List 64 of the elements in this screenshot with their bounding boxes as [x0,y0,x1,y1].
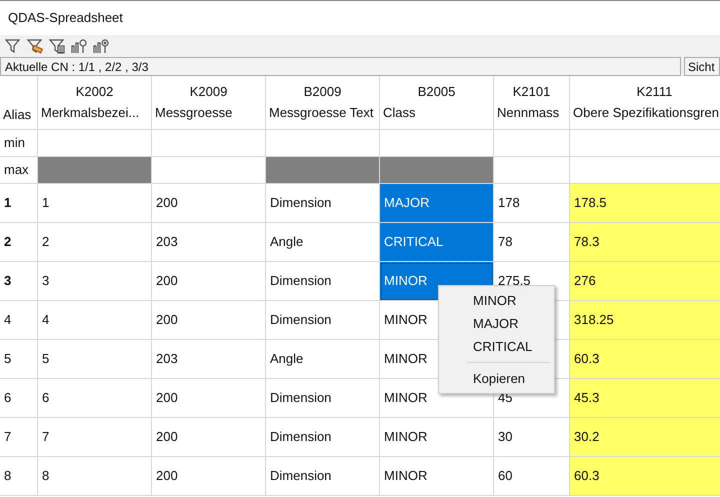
chart-plus-icon [92,37,110,55]
column-header[interactable]: K2101 Nennmass [494,76,570,130]
table-cell[interactable]: 78.3 [570,223,720,262]
table-cell[interactable]: 200 [152,184,266,223]
table-cell[interactable]: Angle [266,340,380,379]
table-cell[interactable]: 203 [152,223,266,262]
table-cell[interactable]: 178.5 [570,184,720,223]
funnel-eraser-icon [26,37,44,55]
status-button[interactable]: Sicht [684,57,720,76]
min-cell[interactable] [152,130,266,157]
table-cell[interactable]: 60.3 [570,340,720,379]
table-cell[interactable]: 2 [38,223,152,262]
table-cell[interactable]: MINOR [380,457,494,496]
table-cell[interactable]: Dimension [266,379,380,418]
row-header: max [4,161,29,180]
row-number[interactable]: 1 [4,193,12,213]
funnel-list-icon [48,37,66,55]
row-number[interactable]: 3 [4,271,12,291]
table-cell[interactable]: 200 [152,262,266,301]
max-cell[interactable] [38,157,152,184]
column-header[interactable]: B2005 Class [380,76,494,130]
table-cell[interactable]: 5 [38,340,152,379]
table-cell[interactable]: MAJOR [380,184,494,223]
table-cell[interactable]: 6 [38,379,152,418]
row-number[interactable]: 6 [4,388,12,408]
table-cell[interactable]: 203 [152,340,266,379]
max-cell[interactable] [494,157,570,184]
row-header-label: Alias [3,106,32,124]
row-number[interactable]: 2 [4,232,12,252]
table-cell[interactable]: 200 [152,301,266,340]
table-cell[interactable]: Dimension [266,301,380,340]
row-number[interactable]: 7 [4,427,12,447]
table-cell[interactable]: 8 [38,457,152,496]
table-cell[interactable]: Dimension [266,457,380,496]
table-cell[interactable]: 200 [152,418,266,457]
column-header[interactable]: K2002 Merkmalsbezei... [38,76,152,130]
table-cell[interactable]: 1 [38,184,152,223]
max-cell[interactable] [380,157,494,184]
table-cell[interactable]: CRITICAL [380,223,494,262]
table-cell[interactable]: 60.3 [570,457,720,496]
table-cell[interactable]: 7 [38,418,152,457]
chart-magnifier-icon [70,37,88,55]
row-header: min [4,134,25,152]
max-cell[interactable] [266,157,380,184]
row-number[interactable]: 5 [4,349,12,369]
table-cell[interactable]: 200 [152,457,266,496]
status-field: Aktuelle CN : 1/1 , 2/2 , 3/3 [0,57,681,76]
table-cell[interactable]: MINOR [380,418,494,457]
column-header[interactable]: B2009 Messgroesse Text [266,76,380,130]
table-cell[interactable]: 276 [570,262,720,301]
table-cell[interactable]: Dimension [266,418,380,457]
min-cell[interactable] [494,130,570,157]
table-cell[interactable]: 30.2 [570,418,720,457]
table-cell[interactable]: 45.3 [570,379,720,418]
row-number[interactable]: 4 [4,310,12,330]
column-header[interactable]: K2009 Messgroesse [152,76,266,130]
table-cell[interactable]: 318.25 [570,301,720,340]
table-cell[interactable]: 3 [38,262,152,301]
row-number[interactable]: 8 [4,466,12,486]
funnel-icon [4,37,22,55]
window-title: QDAS-Spreadsheet [8,9,123,28]
column-header[interactable]: K2111 Obere Spezifikationsgren [570,76,720,130]
table-cell[interactable]: 4 [38,301,152,340]
table-cell[interactable]: 200 [152,379,266,418]
